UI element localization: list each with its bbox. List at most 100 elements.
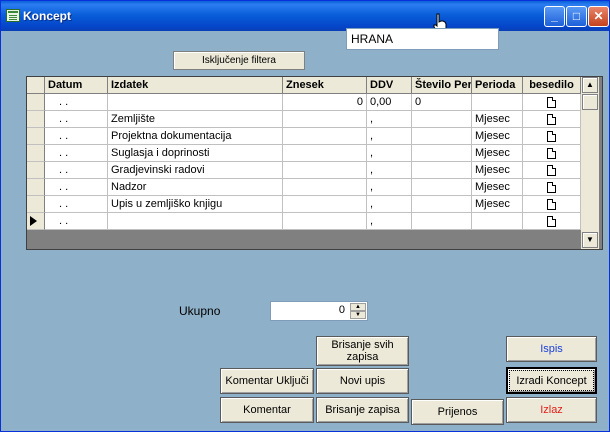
cell-perioda[interactable] bbox=[472, 213, 523, 230]
cell-besedilo[interactable] bbox=[523, 213, 581, 230]
spin-down-icon[interactable]: ▼ bbox=[350, 311, 366, 319]
column-header[interactable]: Datum bbox=[45, 77, 108, 94]
cell-besedilo[interactable] bbox=[523, 145, 581, 162]
row-selector[interactable] bbox=[27, 111, 45, 128]
cell-izdatek[interactable]: Gradjevinski radovi bbox=[108, 162, 283, 179]
search-input[interactable]: HRANA bbox=[346, 28, 499, 50]
row-selector[interactable] bbox=[27, 213, 45, 230]
cell-stevilo[interactable] bbox=[412, 128, 472, 145]
cell-znesek[interactable] bbox=[283, 162, 367, 179]
document-icon[interactable] bbox=[547, 131, 556, 142]
spin-up-icon[interactable]: ▲ bbox=[350, 303, 366, 311]
document-icon[interactable] bbox=[547, 182, 556, 193]
cell-datum[interactable]: . . bbox=[45, 162, 108, 179]
table-row[interactable]: . . Zemljište, Mjesec bbox=[27, 111, 581, 128]
cell-znesek[interactable] bbox=[283, 145, 367, 162]
cell-perioda[interactable]: Mjesec bbox=[472, 179, 523, 196]
cell-ddv[interactable]: , bbox=[367, 128, 412, 145]
document-icon[interactable] bbox=[547, 114, 556, 125]
scroll-down-icon[interactable]: ▼ bbox=[582, 232, 598, 248]
document-icon[interactable] bbox=[547, 199, 556, 210]
print-button[interactable]: Ispis bbox=[506, 336, 597, 362]
cell-datum[interactable]: . . bbox=[45, 213, 108, 230]
cell-stevilo[interactable] bbox=[412, 196, 472, 213]
cell-perioda[interactable]: Mjesec bbox=[472, 162, 523, 179]
cell-izdatek[interactable]: Upis u zemljiško knjigu bbox=[108, 196, 283, 213]
cell-stevilo[interactable] bbox=[412, 145, 472, 162]
ukupno-field[interactable]: 0 ▲ ▼ bbox=[270, 301, 368, 321]
close-button[interactable]: ✕ bbox=[588, 6, 609, 27]
column-header[interactable]: Izdatek bbox=[108, 77, 283, 94]
cell-besedilo[interactable] bbox=[523, 94, 581, 111]
title-bar[interactable]: Koncept _ □ ✕ bbox=[1, 1, 609, 31]
cell-datum[interactable]: . . bbox=[45, 128, 108, 145]
column-header[interactable]: Znesek bbox=[283, 77, 367, 94]
cell-ddv[interactable]: , bbox=[367, 162, 412, 179]
cell-perioda[interactable]: Mjesec bbox=[472, 196, 523, 213]
table-row[interactable]: . . Nadzor, Mjesec bbox=[27, 179, 581, 196]
cell-besedilo[interactable] bbox=[523, 111, 581, 128]
row-selector[interactable] bbox=[27, 128, 45, 145]
cell-ddv[interactable]: , bbox=[367, 145, 412, 162]
exit-button[interactable]: Izlaz bbox=[506, 397, 597, 423]
cell-znesek[interactable]: 0 bbox=[283, 94, 367, 111]
document-icon[interactable] bbox=[547, 97, 556, 108]
comment-on-button[interactable]: Komentar Uključi bbox=[220, 368, 314, 394]
document-icon[interactable] bbox=[547, 216, 556, 227]
ukupno-spinner[interactable]: ▲ ▼ bbox=[350, 303, 366, 319]
cell-ddv[interactable]: , bbox=[367, 111, 412, 128]
cell-stevilo[interactable] bbox=[412, 213, 472, 230]
cell-perioda[interactable] bbox=[472, 94, 523, 111]
filter-off-button[interactable]: Isključenje filtera bbox=[173, 51, 305, 70]
cell-izdatek[interactable]: Nadzor bbox=[108, 179, 283, 196]
cell-znesek[interactable] bbox=[283, 111, 367, 128]
table-row[interactable]: . . Projektna dokumentacija, Mjesec bbox=[27, 128, 581, 145]
table-row[interactable]: . . Gradjevinski radovi, Mjesec bbox=[27, 162, 581, 179]
row-selector[interactable] bbox=[27, 162, 45, 179]
table-row[interactable]: . . Suglasja i doprinosti, Mjesec bbox=[27, 145, 581, 162]
cell-ddv[interactable]: , bbox=[367, 179, 412, 196]
column-header[interactable]: Število Peri bbox=[412, 77, 472, 94]
table-row[interactable]: . . Upis u zemljiško knjigu, Mjesec bbox=[27, 196, 581, 213]
cell-stevilo[interactable] bbox=[412, 111, 472, 128]
cell-datum[interactable]: . . bbox=[45, 179, 108, 196]
cell-datum[interactable]: . . bbox=[45, 94, 108, 111]
column-header[interactable]: Perioda bbox=[472, 77, 523, 94]
cell-datum[interactable]: . . bbox=[45, 145, 108, 162]
scroll-up-icon[interactable]: ▲ bbox=[582, 77, 598, 93]
document-icon[interactable] bbox=[547, 148, 556, 159]
comment-button[interactable]: Komentar bbox=[220, 397, 314, 423]
delete-all-button[interactable]: Brisanje svih zapisa bbox=[316, 336, 409, 366]
vertical-scrollbar[interactable]: ▲ ▼ bbox=[581, 77, 599, 249]
cell-datum[interactable]: . . bbox=[45, 111, 108, 128]
cell-stevilo[interactable] bbox=[412, 162, 472, 179]
transfer-button[interactable]: Prijenos bbox=[411, 399, 504, 425]
column-header[interactable]: besedilo bbox=[523, 77, 581, 94]
cell-znesek[interactable] bbox=[283, 213, 367, 230]
cell-izdatek[interactable]: Suglasja i doprinosti bbox=[108, 145, 283, 162]
cell-ddv[interactable]: , bbox=[367, 196, 412, 213]
minimize-button[interactable]: _ bbox=[544, 6, 565, 27]
cell-znesek[interactable] bbox=[283, 179, 367, 196]
row-selector[interactable] bbox=[27, 94, 45, 111]
new-entry-button[interactable]: Novi upis bbox=[316, 368, 409, 394]
cell-znesek[interactable] bbox=[283, 128, 367, 145]
scroll-thumb[interactable] bbox=[582, 94, 598, 110]
cell-ddv[interactable]: , bbox=[367, 213, 412, 230]
cell-besedilo[interactable] bbox=[523, 162, 581, 179]
cell-izdatek[interactable] bbox=[108, 94, 283, 111]
cell-datum[interactable]: . . bbox=[45, 196, 108, 213]
row-selector[interactable] bbox=[27, 196, 45, 213]
cell-stevilo[interactable] bbox=[412, 179, 472, 196]
cell-perioda[interactable]: Mjesec bbox=[472, 111, 523, 128]
cell-izdatek[interactable]: Projektna dokumentacija bbox=[108, 128, 283, 145]
cell-ddv[interactable]: 0,00 bbox=[367, 94, 412, 111]
maximize-button[interactable]: □ bbox=[566, 6, 587, 27]
document-icon[interactable] bbox=[547, 165, 556, 176]
cell-besedilo[interactable] bbox=[523, 128, 581, 145]
cell-besedilo[interactable] bbox=[523, 196, 581, 213]
cell-besedilo[interactable] bbox=[523, 179, 581, 196]
row-selector[interactable] bbox=[27, 145, 45, 162]
create-concept-button[interactable]: Izradi Koncept bbox=[506, 367, 597, 394]
cell-izdatek[interactable]: Zemljište bbox=[108, 111, 283, 128]
